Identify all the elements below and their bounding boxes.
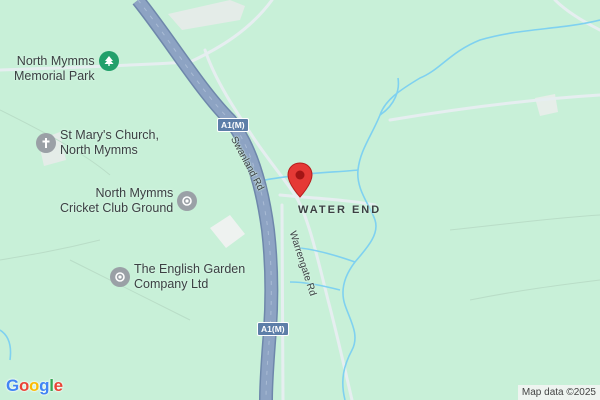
map-attribution[interactable]: Map data ©2025 xyxy=(517,385,600,400)
logo-letter: o xyxy=(29,376,40,395)
poi-label-line: North Mymms xyxy=(16,54,95,68)
pin-dot-icon xyxy=(110,267,130,287)
place-label-water-end: WATER END xyxy=(298,204,382,216)
cross-icon xyxy=(36,133,56,153)
logo-letter: o xyxy=(18,376,30,395)
logo-letter: e xyxy=(53,376,63,395)
motorway-shield: A1(M) xyxy=(257,322,289,336)
motorway-shield: A1(M) xyxy=(217,118,249,132)
poi-st-marys-church[interactable]: St Mary's Church, North Mymms xyxy=(36,128,159,158)
poi-label-line: North Mymms xyxy=(95,186,174,200)
poi-label-line: Cricket Club Ground xyxy=(60,201,174,215)
poi-english-garden-company[interactable]: The English Garden Company Ltd xyxy=(110,262,245,292)
map-canvas[interactable]: Swanland Rd Warrengate Rd A1(M) A1(M) No… xyxy=(0,0,600,400)
poi-label-line: North Mymms xyxy=(60,143,138,157)
google-logo[interactable]: Google xyxy=(6,376,63,396)
tree-icon xyxy=(98,51,119,71)
poi-label-line: Company Ltd xyxy=(134,277,209,291)
logo-letter: g xyxy=(39,376,50,395)
poi-label-line: The English Garden xyxy=(134,262,246,276)
logo-letter: G xyxy=(6,376,19,395)
pin-dot-icon xyxy=(177,191,198,211)
poi-label-line: Memorial Park xyxy=(14,69,95,83)
poi-cricket-club[interactable]: North Mymms Cricket Club Ground xyxy=(60,186,198,216)
poi-memorial-park[interactable]: North Mymms Memorial Park xyxy=(14,51,119,84)
poi-label-line: St Mary's Church, xyxy=(60,128,159,142)
location-pin-icon[interactable] xyxy=(286,162,314,198)
